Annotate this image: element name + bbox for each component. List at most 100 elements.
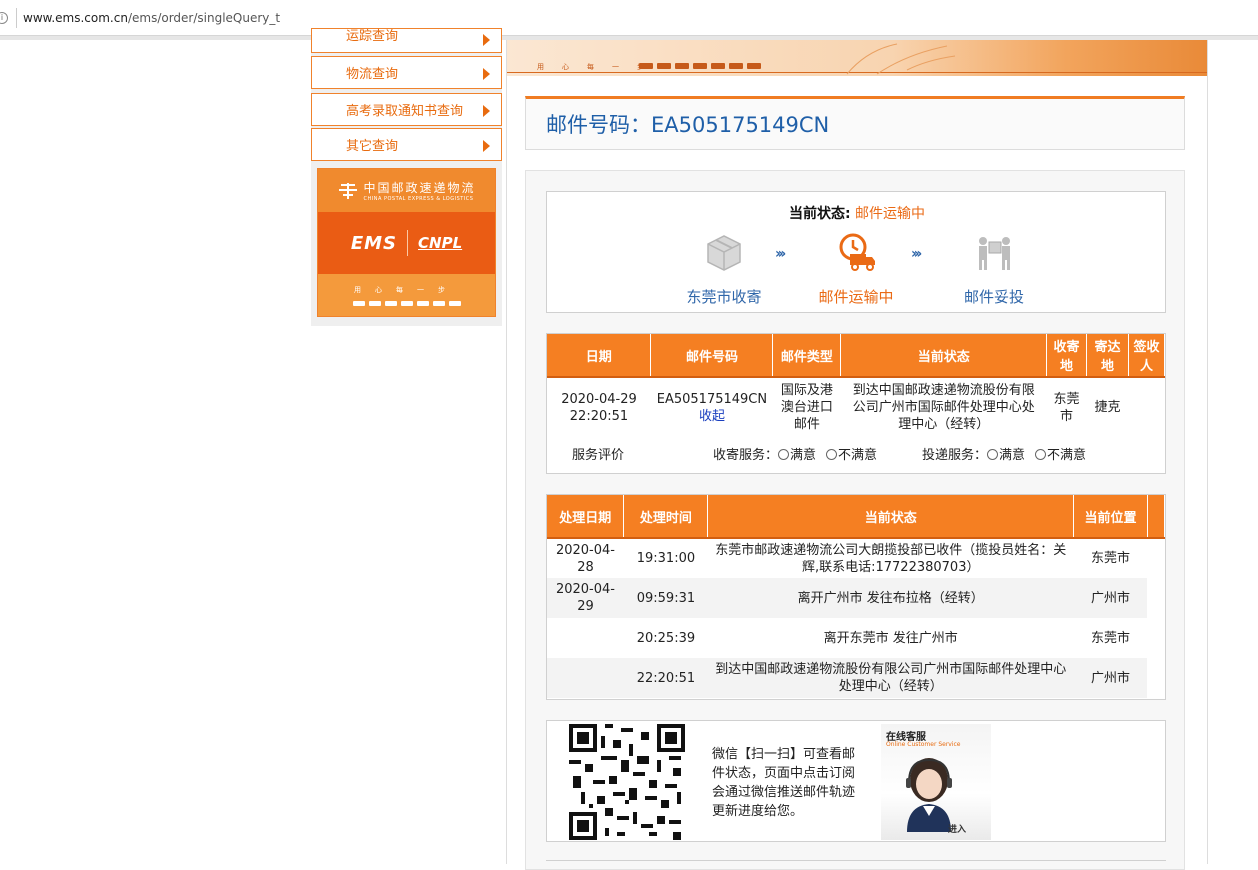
content-left-border [506,40,507,864]
site-info-icon[interactable]: i [0,11,8,24]
collect-unsatisfied-radio[interactable]: 不满意 [826,448,877,463]
current-status-value: 邮件运输中 [855,206,926,222]
stage-delivered: 邮件妥投 [939,232,1049,307]
deliver-service-group: 投递服务： 满意 不满意 [922,444,1096,463]
ems-wordmark: EMS [350,232,398,254]
china-post-en-name: CHINA POSTAL EXPRESS & LOGISTICS [363,196,474,202]
deliver-satisfied-radio[interactable]: 满意 [987,448,1025,463]
tracking-time: 20:25:39 [636,630,696,646]
radio-label: 不满意 [1047,448,1087,463]
row-spacer [1147,538,1164,578]
arrow-right-icon [483,140,490,152]
column-header: 邮件号码 [650,334,774,378]
table-header-row: 日期 邮件号码 邮件类型 当前状态 收寄地 寄达地 签收人 [547,334,1165,378]
row-spacer [1147,658,1165,698]
summary-number-cell: EA505175149CN 收起 [651,377,773,437]
china-post-logo: 中国邮政速递物流 CHINA POSTAL EXPRESS & LOGISTIC… [318,169,495,212]
tracking-location: 东莞市 [1091,630,1131,646]
mail-number-box: 邮件号码：EA505175149CN [525,96,1185,150]
url-host: www.ems.com.cn [23,10,128,25]
column-header: 当前状态 [840,334,1048,378]
arrow-right-icon [483,34,490,46]
summary-status: 到达中国邮政速递物流股份有限公司广州市国际邮件处理中心处理中心（经转） [852,383,1035,432]
sidebar: 运踪查询 物流查询 高考录取通知书查询 其它查询 中国邮政速递物流 CHINA … [311,28,502,326]
tracking-date [547,618,624,658]
row-spacer [1147,618,1164,658]
evaluation-label: 服务评价 [572,448,625,463]
table-row: 2020-04-28 19:31:00 东莞市邮政速递物流公司大朗揽投部已收件（… [547,538,1165,578]
wechat-box: 微信【扫一扫】可查看邮件状态，页面中点击订阅会通过微信推送邮件轨迹更新进度给您。… [546,720,1166,842]
radio-icon[interactable] [1035,449,1047,460]
radio-icon[interactable] [987,449,999,460]
slogan-text: 用心每一步 [354,285,459,294]
sidebar-item-label: 运踪查询 [346,29,399,44]
stage-name: 东莞市收寄 [686,288,762,306]
arrow-right-icon [483,105,490,117]
column-header: 当前位置 [1073,495,1148,539]
map-sketch-icon [846,43,956,75]
url-path: /ems/order/singleQuery_t [127,10,281,25]
delivery-person-icon [979,237,1010,270]
mail-number-label: 邮件号码： [546,113,651,137]
column-header: 处理时间 [623,495,709,539]
summary-number: EA505175149CN [656,391,768,407]
radio-icon[interactable] [826,449,838,460]
summary-signer [1129,377,1165,437]
table-row: 2020-04-29 22:20:51 EA505175149CN 收起 国际及… [547,377,1165,437]
tracking-date: 2020-04-29 [547,578,624,618]
sidebar-item-label: 物流查询 [346,67,399,82]
tracking-location: 广州市 [1073,578,1148,618]
column-header: 当前状态 [707,495,1075,539]
collect-satisfied-radio[interactable]: 满意 [778,448,816,463]
sidebar-item-gaokao[interactable]: 高考录取通知书查询 [311,93,502,126]
summary-type: 国际及港澳台进口邮件 [780,383,833,432]
vehicles-icon [352,300,461,306]
chevron-right-icon: ››› [775,246,786,262]
column-header: 收寄地 [1046,334,1088,378]
tracking-status: 离开广州市 发往布拉格（经转） [707,578,1074,618]
sidebar-item-other[interactable]: 其它查询 [311,128,502,161]
online-service-subtitle: Online Customer Service [886,741,961,748]
content-right-border [1207,40,1208,864]
table-row: 20:25:39 离开东莞市 发往广州市 东莞市 [547,618,1165,658]
mail-number-title: 邮件号码：EA505175149CN [546,109,829,139]
sidebar-item-logistics[interactable]: 物流查询 [311,56,502,89]
customer-service-agent-icon [906,758,952,832]
truck-clock-icon [839,233,875,271]
header-banner: 用心每一步 [507,40,1207,76]
online-service-button[interactable]: 在线客服 Online Customer Service 进入 [881,724,991,840]
current-status-label: 当前状态: [788,206,851,222]
column-header: 处理日期 [547,495,625,539]
qr-code-icon [569,724,685,840]
chevron-right-icon: ››› [911,246,922,262]
status-box: 当前状态: 邮件运输中 东莞市收寄 ››› 邮件运输中 ››› 邮件妥投 [546,191,1166,313]
tracking-time: 09:59:31 [623,578,708,618]
collect-service-label: 收寄服务： [713,448,779,463]
collect-service-group: 收寄服务： 满意 不满意 [713,444,887,463]
radio-icon[interactable] [778,449,790,460]
logo-divider [407,230,409,256]
tracking-date: 2020-04-28 [555,542,615,575]
deliver-service-label: 投递服务： [922,448,988,463]
mail-number-value: EA505175149CN [651,113,830,137]
table-row: 22:20:51 到达中国邮政速递物流股份有限公司广州市国际邮件处理中心处理中心… [547,658,1165,698]
tracking-location: 广州市 [1073,658,1148,698]
table-header-row: 处理日期 处理时间 当前状态 当前位置 [547,495,1166,539]
url-field[interactable]: www.ems.com.cn/ems/order/singleQuery_t [23,11,280,25]
bottom-divider [546,860,1166,861]
stage-name: 邮件运输中 [818,288,894,306]
column-header: 签收人 [1128,334,1165,378]
sidebar-item-tracking[interactable]: 运踪查询 [311,28,502,53]
radio-label: 满意 [999,448,1026,463]
tracking-status: 到达中国邮政速递物流股份有限公司广州市国际邮件处理中心处理中心（经转） [707,658,1074,698]
deliver-unsatisfied-radio[interactable]: 不满意 [1035,448,1086,463]
address-divider [16,7,17,28]
ems-cnpl-logo: EMS CNPL [318,212,495,274]
wechat-hint: 微信【扫一扫】可查看邮件状态，页面中点击订阅会通过微信推送邮件轨迹更新进度给您。 [712,747,856,819]
radio-label: 不满意 [838,448,878,463]
tracking-location: 东莞市 [1091,551,1131,566]
table-row: 2020-04-29 09:59:31 离开广州市 发往布拉格（经转） 广州市 [547,578,1165,618]
collapse-link[interactable]: 收起 [653,408,771,425]
row-spacer [1147,578,1165,618]
sidebar-item-label: 高考录取通知书查询 [346,104,464,119]
